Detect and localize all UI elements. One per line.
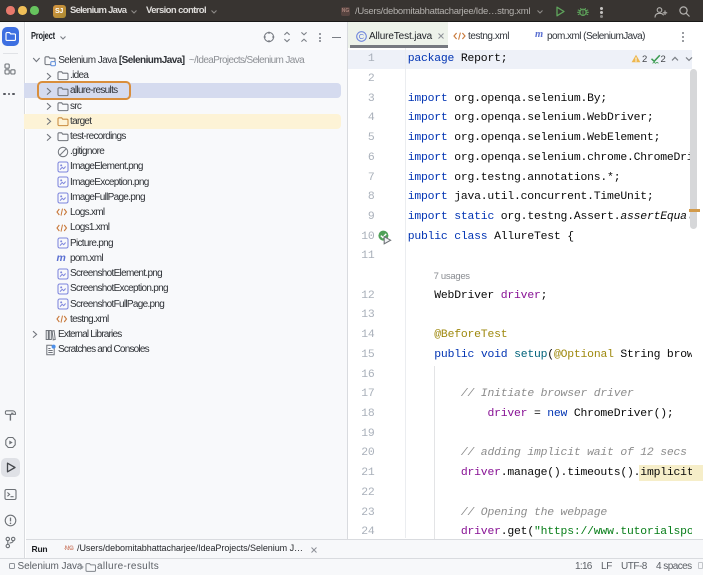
svg-text:C: C xyxy=(359,32,365,41)
